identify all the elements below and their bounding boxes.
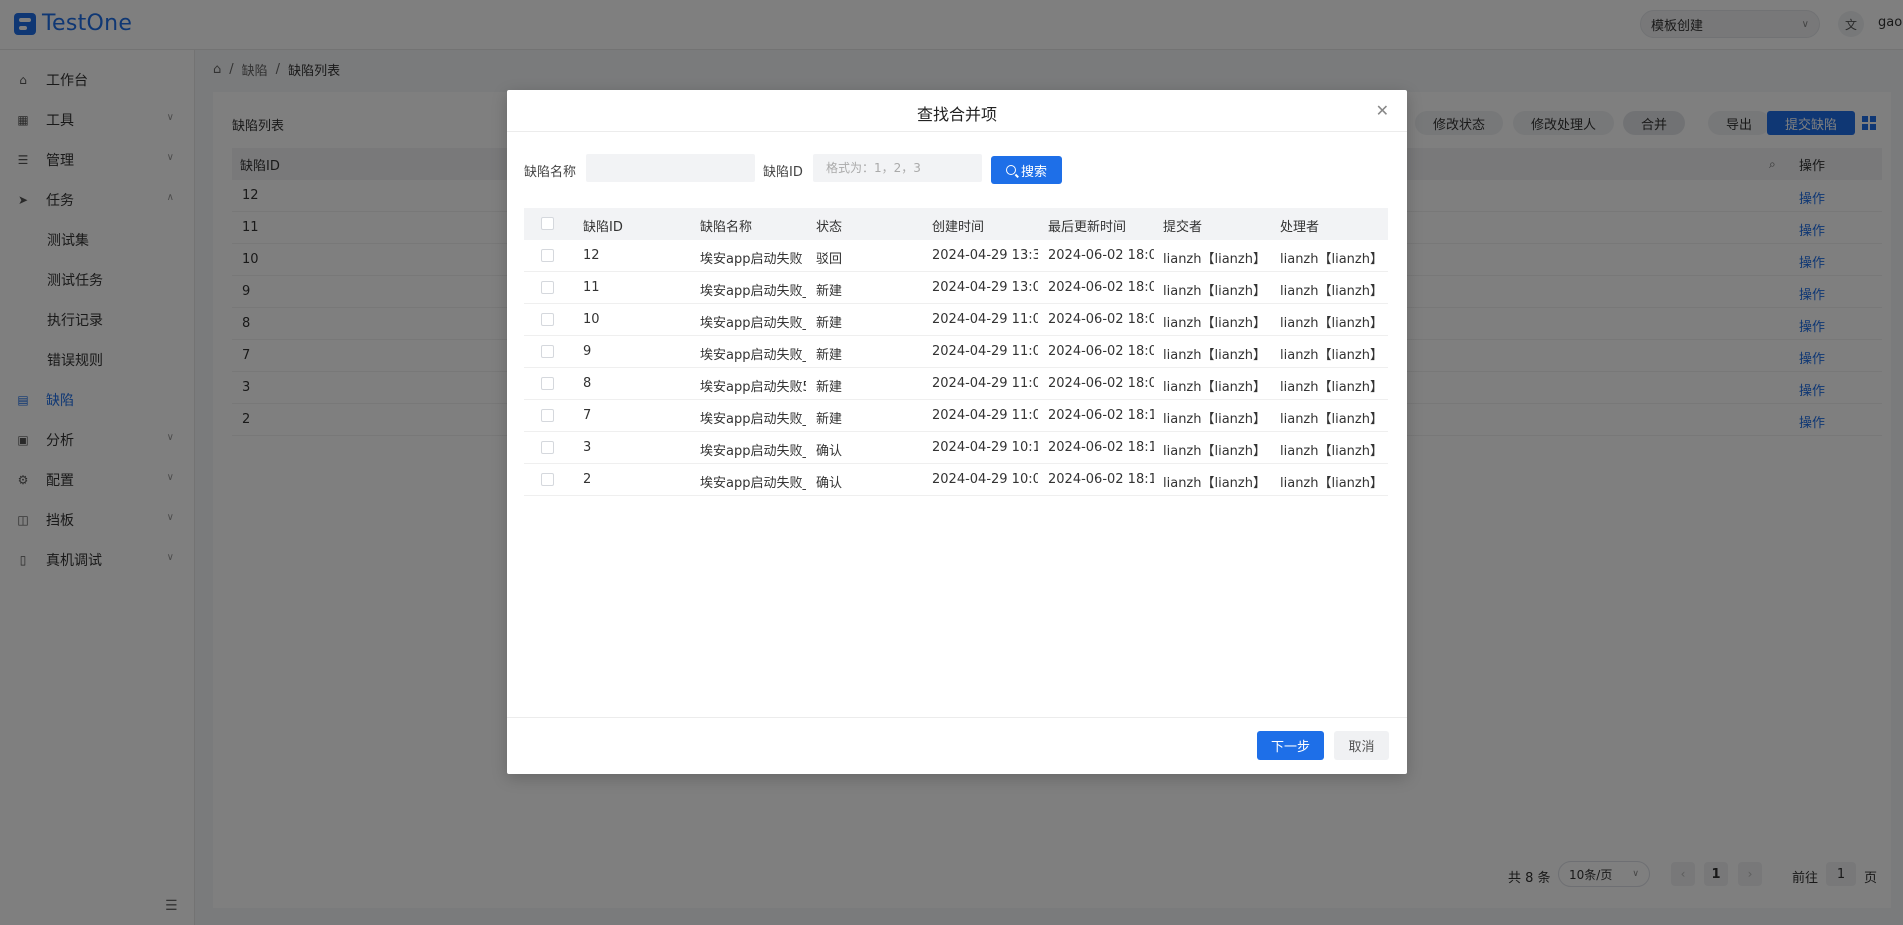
cell-submitter: lianzh【lianzh】 <box>1163 476 1266 491</box>
cell-created: 2024-04-29 11:01:4 <box>932 408 1038 423</box>
cell-submitter: lianzh【lianzh】 <box>1163 380 1266 395</box>
cell-handler: lianzh【lianzh】 <box>1280 380 1383 395</box>
cell-status: 新建 <box>816 316 843 331</box>
table-row[interactable]: 9 埃安app启动失败_6 新建 2024-04-29 11:03:2 2024-06-… <box>524 336 1388 368</box>
cell-submitter: lianzh【lianzh】 <box>1163 284 1266 299</box>
cell-submitter: lianzh【lianzh】 <box>1163 252 1266 267</box>
table-row[interactable]: 2 埃安app启动失败_0 确认 2024-04-29 10:07:0 2024-06-… <box>524 464 1388 496</box>
cell-created: 2024-04-29 11:04:3 <box>932 312 1038 327</box>
cell-status: 新建 <box>816 348 843 363</box>
cell-status: 确认 <box>816 476 843 491</box>
column-header-submitter: 提交者 <box>1163 220 1203 235</box>
cell-status: 新建 <box>816 284 843 299</box>
cell-updated: 2024-06-02 18:09:3 <box>1048 344 1154 359</box>
cell-status: 新建 <box>816 412 843 427</box>
column-header-name: 缺陷名称 <box>700 220 753 235</box>
cell-name: 埃安app启动失败5 <box>700 380 806 395</box>
cell-handler: lianzh【lianzh】 <box>1280 476 1383 491</box>
cell-handler: lianzh【lianzh】 <box>1280 444 1383 459</box>
table-row[interactable]: 7 埃安app启动失败_0 新建 2024-04-29 11:01:4 2024-06-… <box>524 400 1388 432</box>
row-checkbox[interactable] <box>541 473 554 486</box>
cell-id: 8 <box>583 376 592 391</box>
cell-name: 埃安app启动失败_0 <box>700 476 806 491</box>
table-row[interactable]: 8 埃安app启动失败5 新建 2024-04-29 11:01:4 2024-06-0… <box>524 368 1388 400</box>
cell-updated: 2024-06-02 18:10:0 <box>1048 408 1154 423</box>
cell-created: 2024-04-29 13:00:2 <box>932 280 1038 295</box>
cell-name: 埃安app启动失败_1 <box>700 316 806 331</box>
row-checkbox[interactable] <box>541 409 554 422</box>
table-header: 缺陷ID 缺陷名称 状态 创建时间 最后更新时间 提交者 处理者 <box>524 208 1388 240</box>
defect-name-input[interactable] <box>586 154 755 182</box>
cell-created: 2024-04-29 11:03:2 <box>932 344 1038 359</box>
cell-updated: 2024-06-02 18:09:5 <box>1048 376 1154 391</box>
table-row[interactable]: 11 埃安app启动失败_1 新建 2024-04-29 13:00:2 2024-06… <box>524 272 1388 304</box>
cell-handler: lianzh【lianzh】 <box>1280 284 1383 299</box>
cell-id: 11 <box>583 280 600 295</box>
cell-updated: 2024-06-02 18:10:2 <box>1048 472 1154 487</box>
cell-submitter: lianzh【lianzh】 <box>1163 444 1266 459</box>
cell-handler: lianzh【lianzh】 <box>1280 348 1383 363</box>
defect-name-label: 缺陷名称 <box>524 165 577 180</box>
find-merge-dialog: 查找合并项 ✕ 缺陷名称 缺陷ID 搜索 缺陷ID 缺陷名称 状态 创建时间 最… <box>507 90 1407 774</box>
merge-candidates-table: 缺陷ID 缺陷名称 状态 创建时间 最后更新时间 提交者 处理者 12 埃安app… <box>524 208 1388 496</box>
table-row[interactable]: 10 埃安app启动失败_1 新建 2024-04-29 11:04:3 2024-06… <box>524 304 1388 336</box>
row-checkbox[interactable] <box>541 281 554 294</box>
column-header-created: 创建时间 <box>932 220 985 235</box>
select-all-checkbox[interactable] <box>541 217 554 230</box>
cell-created: 2024-04-29 11:01:4 <box>932 376 1038 391</box>
dialog-title: 查找合并项 <box>916 105 997 124</box>
cell-created: 2024-04-29 10:11:0 <box>932 440 1038 455</box>
row-checkbox[interactable] <box>541 377 554 390</box>
table-row[interactable]: 12 埃安app启动失败驳回 2024-04-29 13:32:2 2024-06-0… <box>524 240 1388 272</box>
cell-status: 驳回 <box>816 252 843 267</box>
close-icon[interactable]: ✕ <box>1376 101 1389 120</box>
cell-status: 新建 <box>816 380 843 395</box>
cell-status: 确认 <box>816 444 843 459</box>
cell-name: 埃安app启动失败 <box>700 252 803 267</box>
cell-submitter: lianzh【lianzh】 <box>1163 412 1266 427</box>
cell-name: 埃安app启动失败_6 <box>700 348 806 363</box>
column-header-handler: 处理者 <box>1280 220 1320 235</box>
cell-updated: 2024-06-02 18:09:1 <box>1048 280 1154 295</box>
cell-created: 2024-04-29 13:32:2 <box>932 248 1038 263</box>
cell-updated: 2024-06-02 18:10:1 <box>1048 440 1154 455</box>
cell-name: 埃安app启动失败_0 <box>700 444 806 459</box>
column-header-updated: 最后更新时间 <box>1048 220 1127 235</box>
cell-updated: 2024-06-02 18:09:0 <box>1048 248 1154 263</box>
cell-id: 2 <box>583 472 592 487</box>
row-checkbox[interactable] <box>541 313 554 326</box>
cell-handler: lianzh【lianzh】 <box>1280 252 1383 267</box>
cell-handler: lianzh【lianzh】 <box>1280 412 1383 427</box>
cell-id: 7 <box>583 408 592 423</box>
search-button[interactable]: 搜索 <box>991 156 1062 184</box>
cancel-button[interactable]: 取消 <box>1334 731 1389 760</box>
row-checkbox[interactable] <box>541 441 554 454</box>
defect-id-label: 缺陷ID <box>763 165 803 180</box>
dialog-header: 查找合并项 ✕ <box>507 90 1407 132</box>
cell-created: 2024-04-29 10:07:0 <box>932 472 1038 487</box>
cell-name: 埃安app启动失败_1 <box>700 284 806 299</box>
cell-submitter: lianzh【lianzh】 <box>1163 316 1266 331</box>
cell-id: 12 <box>583 248 600 263</box>
next-step-button[interactable]: 下一步 <box>1257 731 1324 760</box>
cell-updated: 2024-06-02 18:09:2 <box>1048 312 1154 327</box>
cell-id: 10 <box>583 312 600 327</box>
column-header-id: 缺陷ID <box>583 220 623 235</box>
table-row[interactable]: 3 埃安app启动失败_0 确认 2024-04-29 10:11:0 2024-06-… <box>524 432 1388 464</box>
row-checkbox[interactable] <box>541 249 554 262</box>
cell-id: 9 <box>583 344 592 359</box>
defect-id-input[interactable] <box>813 154 982 182</box>
cell-id: 3 <box>583 440 592 455</box>
cell-handler: lianzh【lianzh】 <box>1280 316 1383 331</box>
search-button-label: 搜索 <box>1020 164 1047 180</box>
cell-name: 埃安app启动失败_0 <box>700 412 806 427</box>
row-checkbox[interactable] <box>541 345 554 358</box>
search-icon <box>1005 165 1016 175</box>
cell-submitter: lianzh【lianzh】 <box>1163 348 1266 363</box>
column-header-status: 状态 <box>816 220 843 235</box>
